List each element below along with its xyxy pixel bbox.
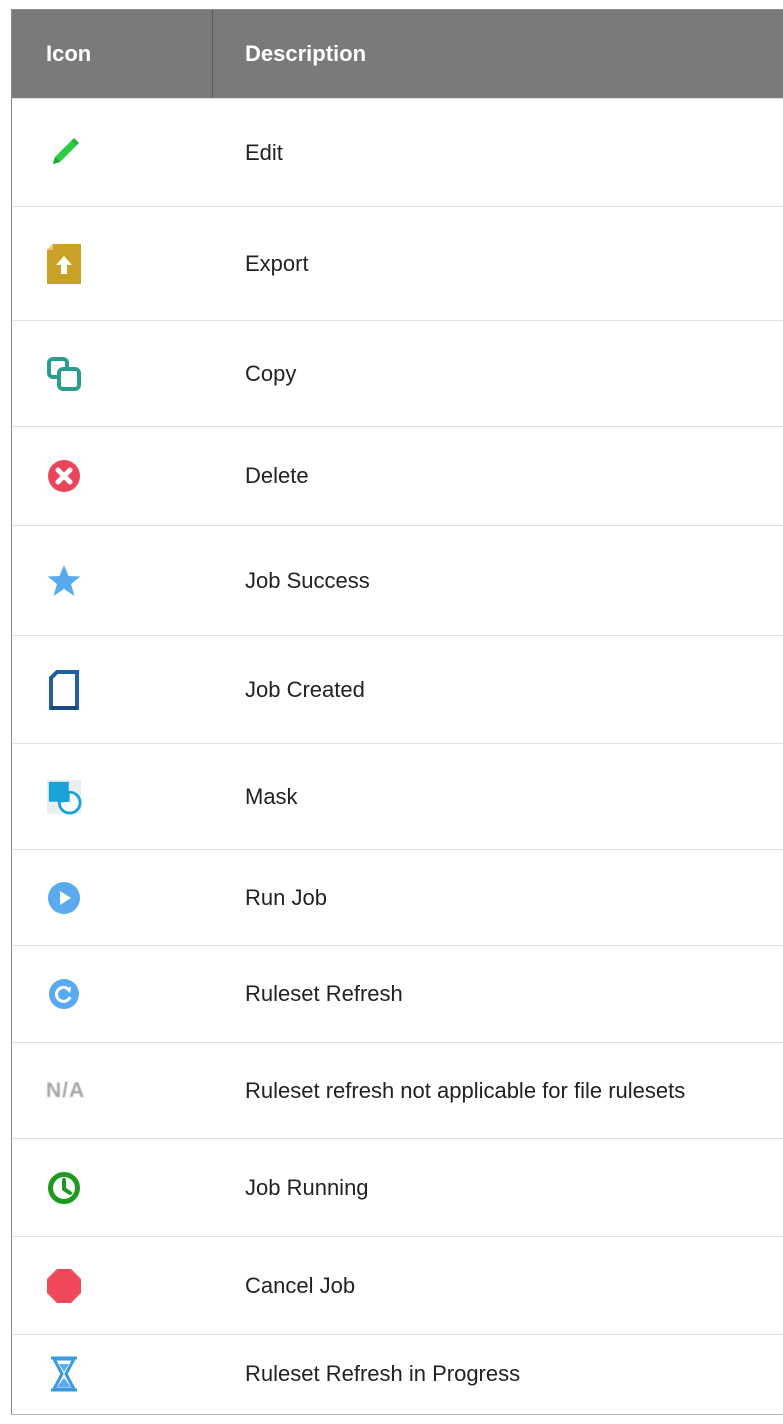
table-row: Mask <box>12 743 783 849</box>
play-icon <box>46 880 82 916</box>
table-row: Export <box>12 206 783 320</box>
hourglass-icon <box>46 1356 82 1392</box>
table-row: Run Job <box>12 849 783 945</box>
row-description: Ruleset Refresh in Progress <box>245 1360 521 1386</box>
table-row: Job Running <box>12 1138 783 1236</box>
delete-icon <box>46 458 82 494</box>
icon-legend-table: Icon Description Edit Export Copy Delete… <box>11 9 783 1415</box>
row-description: Delete <box>245 463 309 488</box>
table-header: Icon Description <box>12 10 783 98</box>
row-description: Export <box>245 250 309 276</box>
refresh-icon <box>46 976 82 1012</box>
row-description: Job Running <box>245 1174 369 1200</box>
table-row: Cancel Job <box>12 1236 783 1334</box>
copy-icon <box>46 356 82 392</box>
table-row: N/A Ruleset refresh not applicable for f… <box>12 1042 783 1138</box>
row-description: Copy <box>245 360 297 386</box>
row-description: Ruleset Refresh <box>245 981 403 1006</box>
pencil-edit-icon <box>46 135 82 171</box>
export-file-icon <box>46 243 82 284</box>
table-row: Job Created <box>12 635 783 743</box>
mask-icon <box>46 779 82 815</box>
table-row: Delete <box>12 426 783 525</box>
row-description: Job Created <box>245 676 365 702</box>
star-icon <box>46 563 82 599</box>
table-row: Job Success <box>12 525 783 635</box>
table-row: Ruleset Refresh <box>12 945 783 1042</box>
table-row: Copy <box>12 320 783 426</box>
row-description: Ruleset refresh not applicable for file … <box>245 1077 686 1103</box>
header-description: Description <box>245 41 367 66</box>
stop-icon <box>46 1268 82 1304</box>
clock-icon <box>46 1170 82 1206</box>
na-label: N/A <box>46 1078 86 1102</box>
header-icon: Icon <box>12 10 213 98</box>
row-description: Job Success <box>245 567 370 593</box>
row-description: Edit <box>245 139 283 165</box>
document-icon <box>46 669 82 710</box>
row-description: Mask <box>245 783 298 809</box>
table-row: Edit <box>12 98 783 206</box>
row-description: Cancel Job <box>245 1272 356 1298</box>
table-row: Ruleset Refresh in Progress <box>12 1334 783 1412</box>
row-description: Run Job <box>245 884 327 910</box>
